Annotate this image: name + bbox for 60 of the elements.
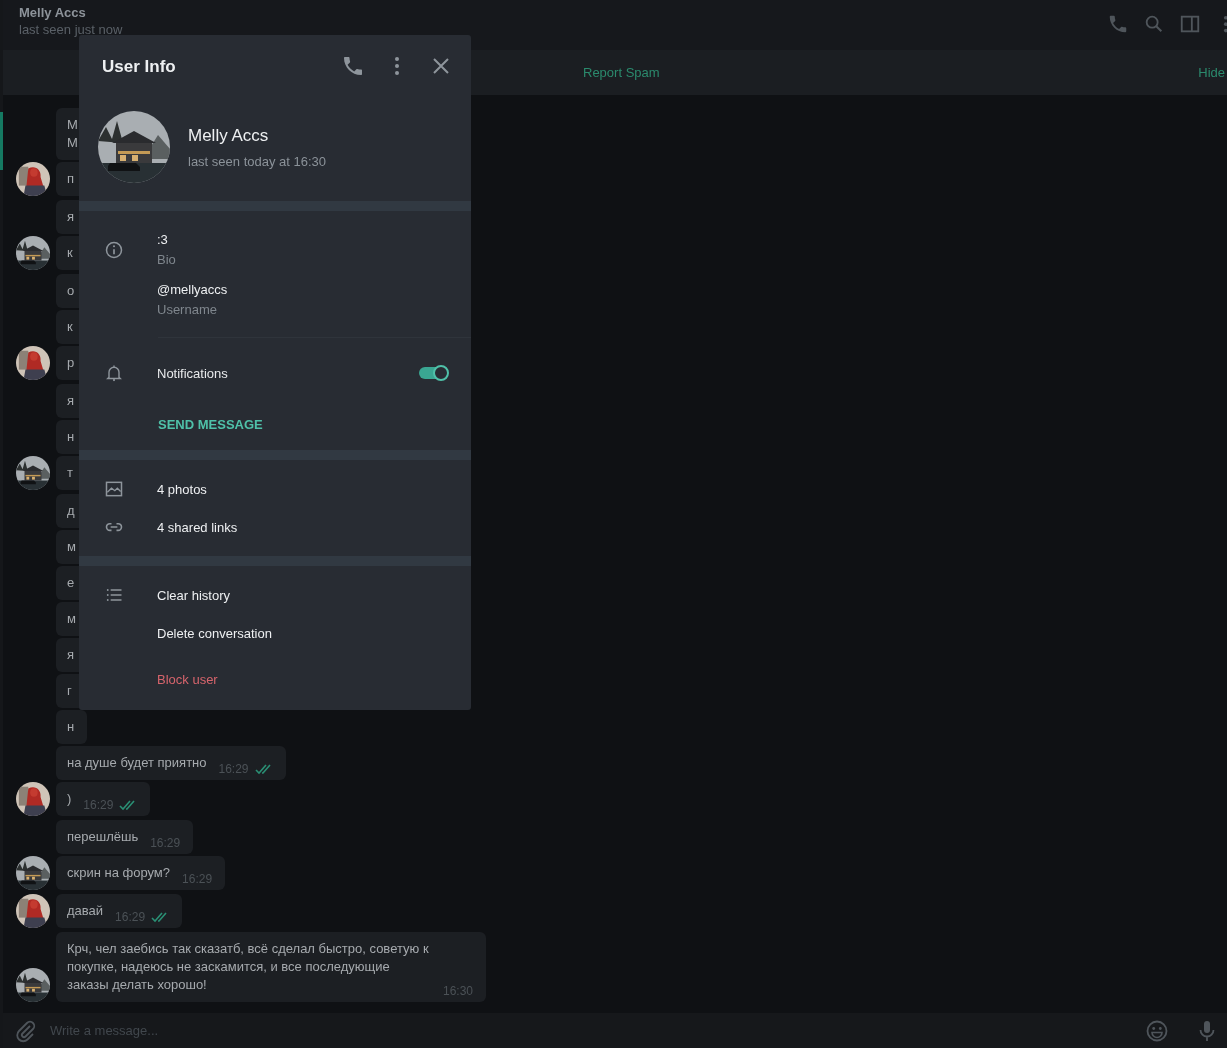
more-icon [394, 56, 400, 76]
block-user-link[interactable]: Block user [157, 671, 218, 687]
message-text: е [67, 574, 75, 592]
message-text: ) [67, 790, 72, 808]
emoji-button[interactable] [1145, 1018, 1169, 1043]
report-spam-button[interactable]: Report Spam [583, 65, 660, 80]
message-text: п [67, 170, 75, 188]
message-text: я [67, 208, 75, 226]
info-label: Username [157, 302, 218, 317]
selection-indicator [0, 112, 3, 170]
message-text: М М [67, 116, 78, 152]
image-icon [104, 479, 124, 499]
sidebar-button[interactable] [1179, 13, 1201, 35]
message-text: т [67, 464, 73, 482]
message-text: г [67, 682, 72, 700]
message-text: н [67, 718, 75, 736]
message-text: давай [67, 902, 104, 920]
message-text: д [67, 502, 75, 520]
message-text: м [67, 538, 76, 556]
call-button[interactable] [1107, 13, 1129, 35]
dialog-title: User Info [102, 57, 177, 77]
message-text: перешлёшь [67, 828, 139, 846]
message-text: н [67, 428, 75, 446]
bell-icon [104, 363, 124, 383]
profile-name: Melly Accs [188, 125, 270, 146]
sidebar-icon [1179, 13, 1201, 35]
attach-button[interactable] [14, 1018, 38, 1043]
info-value: @mellyaccs [157, 281, 228, 299]
message-text: м [67, 610, 76, 628]
message-text: к [67, 244, 73, 262]
notifications-toggle[interactable] [419, 365, 449, 381]
emoji-icon [1145, 1018, 1169, 1043]
send-message-button[interactable]: SEND MESSAGE [158, 408, 263, 440]
search-icon [1143, 13, 1165, 35]
chat-status: last seen just now [19, 22, 124, 37]
message-text: я [67, 646, 75, 664]
message-text: о [67, 282, 75, 300]
info-value: :3 [157, 231, 169, 249]
message-text: р [67, 354, 75, 372]
media-link[interactable]: 4 photos [157, 481, 207, 497]
info-icon [104, 240, 124, 260]
action-link[interactable]: Delete conversation [157, 625, 272, 641]
notifications-label: Notifications [157, 365, 229, 381]
call-button[interactable] [341, 54, 365, 78]
message-text: я [67, 392, 75, 410]
chat-title: Melly Accs [19, 5, 87, 20]
search-button[interactable] [1143, 13, 1165, 35]
message-text: на душе будет приятно [67, 754, 207, 772]
message-text: скрин на форум? [67, 864, 171, 882]
more-icon [1223, 14, 1227, 34]
phone-icon [341, 54, 365, 78]
profile-status: last seen today at 16:30 [188, 153, 327, 169]
info-label: Bio [157, 252, 176, 267]
message-text: к [67, 318, 73, 336]
action-link[interactable]: Clear history [157, 587, 230, 603]
media-link[interactable]: 4 shared links [157, 519, 238, 535]
hide-button[interactable]: Hide [1198, 65, 1225, 80]
paperclip-icon [14, 1018, 38, 1043]
phone-icon [1107, 13, 1129, 35]
message-text: Крч, чел заебись так сказатб, всё сделал быстро, советую к покупке, надеюсь не заскамится, и все последующие заказы делать хорошо! [67, 940, 430, 994]
